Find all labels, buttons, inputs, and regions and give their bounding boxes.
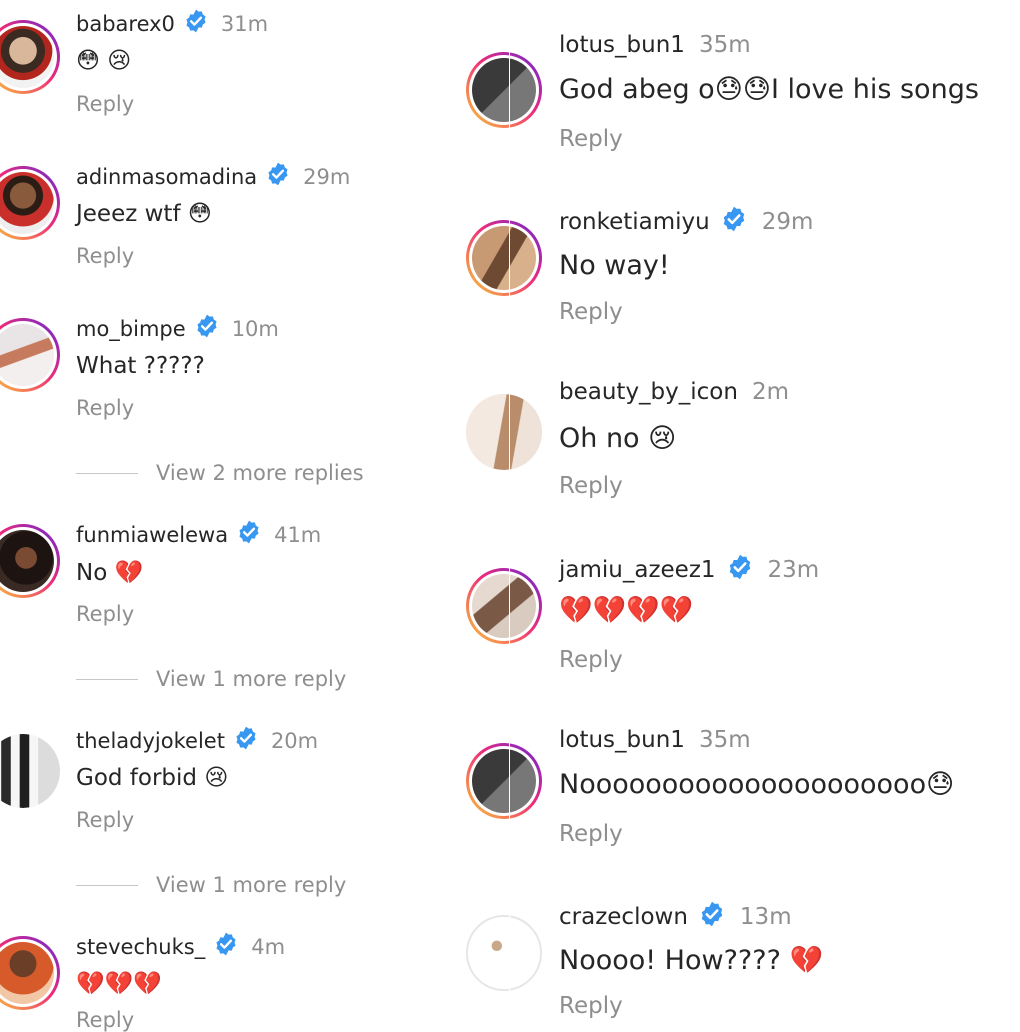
comment-timestamp: 10m [231, 316, 279, 341]
comment-timestamp: 4m [251, 934, 286, 959]
comment-timestamp: 13m [739, 904, 792, 930]
comment-text: God forbid 😢 [76, 765, 229, 791]
divider-line [76, 678, 138, 680]
avatar[interactable] [0, 524, 60, 598]
comment-timestamp: 29m [761, 209, 814, 235]
reply-button[interactable]: Reply [76, 92, 134, 116]
view-more-replies-label: View 1 more reply [156, 873, 347, 897]
comment-text: No 💔 [76, 560, 144, 586]
avatar[interactable] [466, 394, 542, 470]
comment-username[interactable]: theladyjokelet [76, 729, 225, 753]
view-more-replies-button[interactable]: View 2 more replies [76, 461, 364, 485]
comment-username[interactable]: funmiawelewa [76, 523, 228, 547]
view-more-replies-button[interactable]: View 1 more reply [76, 873, 346, 897]
comment-text: Nooooooooooooooooooooo😓 [559, 769, 955, 800]
comment-text: What ????? [76, 353, 205, 379]
reply-button[interactable]: Reply [76, 396, 134, 420]
comment-text: 💔💔💔 [76, 971, 162, 997]
avatar[interactable] [0, 734, 60, 808]
reply-button[interactable]: Reply [76, 602, 134, 626]
comment-username[interactable]: lotus_bun1 [559, 727, 685, 753]
comment-username[interactable]: babarex0 [76, 12, 175, 36]
avatar[interactable] [0, 20, 60, 94]
comment-text: 😳 😢 [76, 48, 132, 74]
reply-button[interactable]: Reply [559, 993, 623, 1019]
view-more-replies-label: View 1 more reply [156, 667, 347, 691]
comment-username[interactable]: lotus_bun1 [559, 32, 685, 58]
comment-text: Noooo! How???? 💔 [559, 945, 824, 976]
comment-timestamp: 29m [303, 164, 351, 189]
comment-text: 💔💔💔💔 [559, 595, 694, 626]
comment-timestamp: 35m [698, 32, 751, 58]
comment-username[interactable]: crazeclown [559, 904, 688, 930]
verified-badge-icon [265, 161, 291, 192]
avatar[interactable] [466, 743, 542, 819]
divider-line [76, 884, 138, 886]
comment-username[interactable]: adinmasomadina [76, 165, 257, 189]
verified-badge-icon [194, 313, 220, 344]
comment-timestamp: 23m [767, 557, 820, 583]
verified-badge-icon [183, 8, 209, 39]
reply-button[interactable]: Reply [559, 299, 623, 325]
comment-username[interactable]: jamiu_azeez1 [559, 557, 716, 583]
comment-username[interactable]: mo_bimpe [76, 317, 186, 341]
comment-text: No way! [559, 250, 670, 281]
column-gap [509, 0, 510, 1020]
verified-badge-icon [698, 900, 726, 934]
comment-timestamp: 31m [220, 11, 269, 36]
reply-button[interactable]: Reply [559, 647, 623, 673]
comment-text: God abeg o😓😓I love his songs [559, 74, 979, 105]
comment-timestamp: 35m [698, 727, 751, 753]
avatar[interactable] [466, 915, 542, 991]
comment-text: Jeeez wtf 😳 [76, 201, 212, 227]
comment-username[interactable]: stevechuks_ [76, 935, 205, 959]
verified-badge-icon [236, 519, 262, 550]
verified-badge-icon [720, 205, 748, 239]
avatar[interactable] [0, 318, 60, 392]
comment-timestamp: 2m [751, 379, 789, 405]
view-more-replies-button[interactable]: View 1 more reply [76, 667, 346, 691]
comment-timestamp: 41m [274, 522, 322, 547]
avatar[interactable] [466, 568, 542, 644]
avatar[interactable] [466, 220, 542, 296]
reply-button[interactable]: Reply [559, 473, 623, 499]
reply-button[interactable]: Reply [76, 1008, 134, 1032]
verified-badge-icon [213, 931, 239, 962]
reply-button[interactable]: Reply [76, 244, 134, 268]
verified-badge-icon [233, 725, 259, 756]
avatar[interactable] [466, 52, 542, 128]
comment-username[interactable]: beauty_by_icon [559, 379, 738, 405]
avatar[interactable] [0, 936, 60, 1010]
avatar[interactable] [0, 166, 60, 240]
reply-button[interactable]: Reply [559, 126, 623, 152]
view-more-replies-label: View 2 more replies [156, 461, 364, 485]
comment-username[interactable]: ronketiamiyu [559, 209, 710, 235]
divider-line [76, 472, 138, 474]
reply-button[interactable]: Reply [559, 821, 623, 847]
comment-text: Oh no 😢 [559, 423, 677, 454]
verified-badge-icon [726, 553, 754, 587]
comment-timestamp: 20m [270, 728, 319, 753]
reply-button[interactable]: Reply [76, 808, 134, 832]
